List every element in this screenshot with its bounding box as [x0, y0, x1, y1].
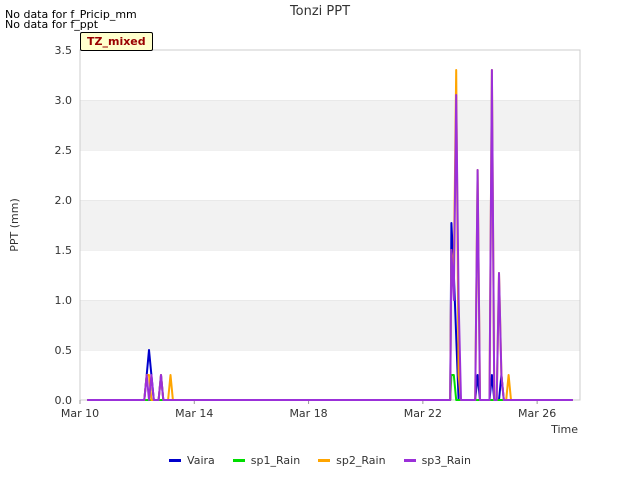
y-axis: 0.0 0.5 1.0 1.5 2.0 2.5 3.0 3.5: [55, 44, 73, 407]
grid-band: [80, 150, 580, 200]
x-axis: Mar 10 Mar 14 Mar 18 Mar 22 Mar 26: [61, 400, 556, 420]
x-tick-label: Mar 22: [404, 407, 442, 420]
legend-swatch: [318, 459, 331, 462]
legend-label: sp1_Rain: [250, 454, 301, 467]
y-tick-label: 1.0: [55, 294, 73, 307]
x-tick-label: Mar 26: [518, 407, 556, 420]
legend-label: sp2_Rain: [336, 454, 386, 467]
legend-item-vaira: Vaira: [169, 454, 215, 467]
y-tick-label: 0.5: [55, 344, 73, 357]
legend-swatch: [232, 459, 245, 462]
grid-band: [80, 50, 580, 100]
y-tick-label: 1.5: [55, 244, 73, 257]
y-axis-label: PPT (mm): [8, 198, 21, 252]
site-tag: TZ_mixed: [80, 32, 153, 51]
legend-item-sp1-rain: sp1_Rain: [232, 454, 301, 467]
legend: Vaira sp1_Rain sp2_Rain sp3_Rain: [0, 454, 640, 467]
legend-swatch: [403, 459, 416, 462]
grid-band: [80, 250, 580, 300]
y-tick-label: 0.0: [55, 394, 73, 407]
grid-band: [80, 100, 580, 150]
grid-bands: [80, 49, 580, 400]
legend-item-sp3-rain: sp3_Rain: [403, 454, 471, 467]
grid-band: [80, 350, 580, 400]
y-tick-label: 2.5: [55, 144, 73, 157]
y-tick-label: 3.5: [55, 44, 73, 57]
y-tick-label: 3.0: [55, 94, 73, 107]
legend-swatch: [169, 459, 182, 462]
legend-label: Vaira: [187, 454, 215, 467]
grid-band: [80, 300, 580, 350]
x-tick-label: Mar 18: [289, 407, 327, 420]
legend-item-sp2-rain: sp2_Rain: [318, 454, 386, 467]
x-tick-label: Mar 10: [61, 407, 99, 420]
y-tick-label: 2.0: [55, 194, 73, 207]
grid-band: [80, 200, 580, 250]
x-tick-label: Mar 14: [175, 407, 213, 420]
x-axis-label: Time: [550, 423, 578, 436]
chart-canvas: 0.00.51.01.52.02.53.03.5 Mar 10 Mar 14 Mar…: [8, 44, 581, 436]
legend-label: sp3_Rain: [421, 454, 471, 467]
